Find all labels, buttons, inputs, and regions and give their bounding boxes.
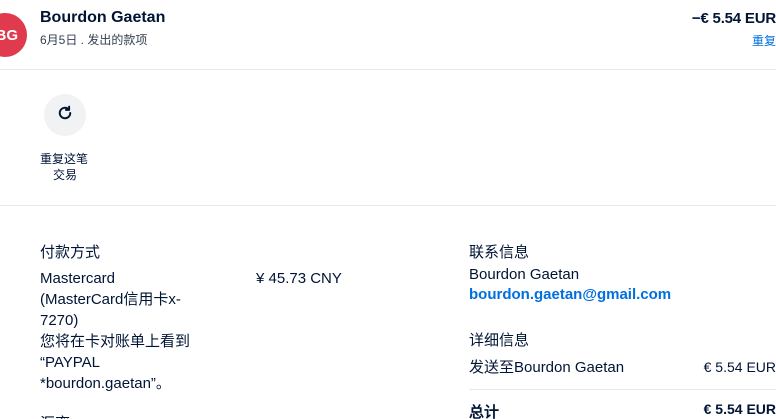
repeat-link[interactable]: 重复 [752,32,776,49]
payment-method-description: Mastercard (MasterCard信用卡x- 7270) 您将在卡对账… [40,268,210,394]
transaction-header: BG Bourdon Gaetan 6月5日 . 发出的款项 −€ 5.54 E… [0,0,776,70]
payment-line: (MasterCard信用卡x- [40,291,181,308]
payment-method-title: 付款方式 [40,244,101,261]
send-to-label: 发送至Bourdon Gaetan [469,359,625,376]
payment-line: 您将在卡对账单上看到 [40,333,191,350]
repeat-icon [56,104,74,127]
exchange-rate-title: 汇率 [40,412,70,419]
payment-line: *bourdon.gaetan”。 [40,375,171,392]
cny-amount: ¥ 45.73 CNY [256,270,342,287]
payment-line: Mastercard [40,270,116,287]
details-title: 详细信息 [469,332,530,349]
contact-info-title: 联系信息 [469,244,530,261]
actions-bar: 重复这笔 交易 [0,70,776,206]
payment-line: “PAYPAL [40,354,101,371]
total-label: 总计 [469,404,500,419]
avatar: BG [0,13,27,57]
contact-email-link[interactable]: bourdon.gaetan@gmail.com [469,286,671,303]
total-value: € 5.54 EUR [703,401,776,417]
transaction-amount: −€ 5.54 EUR [691,10,776,27]
repeat-label-line1: 重复这笔 [40,152,89,166]
transaction-subtitle: 6月5日 . 发出的款项 [40,33,148,47]
send-to-value: € 5.54 EUR [703,359,776,375]
details-divider [469,389,776,390]
repeat-transaction-button[interactable] [44,94,86,136]
payee-name: Bourdon Gaetan [40,9,166,26]
contact-name: Bourdon Gaetan [469,266,580,283]
repeat-transaction-label[interactable]: 重复这笔 交易 [30,151,100,183]
repeat-label-line2: 交易 [52,168,77,182]
payment-line: 7270) [40,312,79,329]
